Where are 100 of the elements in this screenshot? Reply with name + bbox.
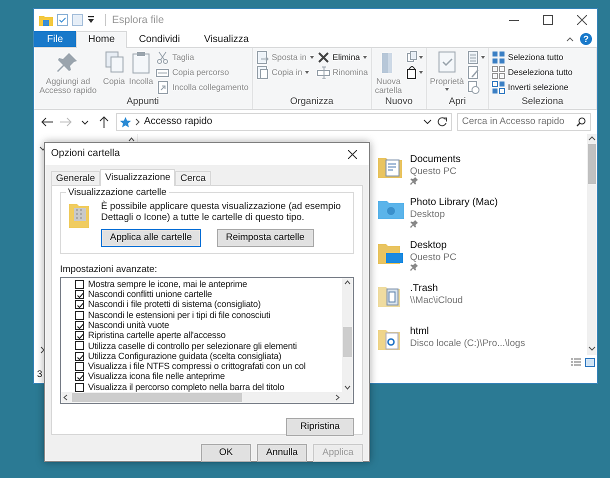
new-item-icon (404, 50, 418, 64)
ribbon-command[interactable]: Elimina (316, 50, 369, 64)
dialog-button[interactable]: Reimposta cartelle (216, 229, 314, 247)
ribbon-command[interactable]: Deseleziona tutto (490, 65, 574, 79)
edit-icon (466, 66, 480, 78)
ribbon-tab[interactable]: Home (76, 31, 127, 48)
group-label: Organizza (289, 96, 334, 109)
setting-label[interactable]: Nascondi i file protetti di sistema (consigliato) (88, 299, 261, 310)
back-arrow-icon (41, 116, 53, 128)
scrollbar-thumb[interactable] (588, 144, 596, 184)
setting-label[interactable]: Visualizza il percorso completo nella barra del titolo (88, 382, 284, 392)
scroll-down-icon[interactable] (587, 344, 597, 353)
restore-button[interactable]: Ripristina (286, 418, 354, 436)
ribbon-tab[interactable]: Condividi (126, 31, 192, 47)
properties-icon[interactable] (57, 14, 68, 26)
chevron-right-icon[interactable] (40, 346, 46, 354)
setting-label[interactable]: Visualizza icona file nelle anteprime (88, 371, 225, 382)
checkbox[interactable] (75, 331, 84, 340)
window-title: Esplora file (105, 14, 164, 26)
select-none-icon (492, 66, 505, 78)
item-name: Documents (410, 154, 461, 166)
refresh-icon[interactable] (436, 116, 448, 128)
scrollbar-thumb[interactable] (343, 327, 352, 358)
ribbon-command[interactable]: Seleziona tutto (490, 50, 574, 64)
scroll-up-icon[interactable] (128, 137, 135, 142)
setting-label[interactable]: Utilizza caselle di controllo per selezionare gli elementi (88, 340, 297, 352)
delete-icon (316, 50, 330, 64)
open-icon (466, 50, 480, 64)
help-button[interactable]: ? (580, 33, 592, 45)
up-arrow-icon (98, 116, 110, 128)
setting-label[interactable]: Ripristina cartelle aperte all'accesso (88, 330, 226, 342)
check-icon (76, 352, 85, 362)
item-location: Questo PC (410, 252, 456, 264)
checkbox[interactable] (75, 341, 84, 350)
setting-label[interactable]: Nascondi unità vuote (88, 320, 170, 331)
checkbox[interactable] (75, 300, 84, 310)
dialog-button[interactable]: OK (201, 444, 251, 462)
chevron-down-icon[interactable] (423, 119, 432, 125)
shortcut-icon (156, 80, 170, 94)
item-name: html (410, 326, 430, 338)
pin-icon (56, 50, 80, 74)
checkbox[interactable] (75, 382, 84, 392)
large-icons-view-icon[interactable] (585, 358, 595, 367)
search-field[interactable]: Cerca in Accesso rapido (457, 113, 591, 131)
folder-view-icon (69, 202, 91, 228)
star-icon (120, 116, 131, 128)
invert-selection-icon (492, 80, 505, 94)
scroll-down-icon[interactable] (343, 383, 352, 392)
checkbox[interactable] (75, 320, 84, 330)
checkbox[interactable] (75, 310, 84, 320)
setting-label[interactable]: Nascondi le estensioni per i tipi di file conosciuti (88, 310, 270, 320)
address-field[interactable]: Accesso rapido (116, 113, 452, 131)
dialog-tab[interactable]: Cerca (175, 171, 211, 186)
setting-label[interactable]: Mostra sempre le icone, mai le anteprime (88, 278, 248, 290)
maximize-icon (543, 15, 553, 25)
scroll-up-icon[interactable] (587, 134, 597, 143)
scroll-left-icon[interactable] (61, 393, 70, 402)
dialog-title: Opzioni cartella (51, 148, 120, 160)
checkbox[interactable] (75, 372, 84, 382)
dialog-button[interactable]: Annulla (257, 444, 307, 462)
checkbox[interactable] (75, 362, 84, 372)
dialog-tab[interactable]: Visualizzazione (100, 169, 176, 186)
setting-label[interactable]: Visualizza i file NTFS compressi o crittografati con un col (88, 361, 306, 372)
forward-arrow-icon (60, 116, 72, 128)
section-label: Impostazioni avanzate: (60, 264, 158, 276)
move-icon (256, 50, 269, 64)
checkbox[interactable] (75, 352, 84, 361)
scrollbar-thumb[interactable] (72, 393, 242, 402)
setting-label[interactable]: Nascondi conflitti unione cartelle (88, 289, 212, 300)
checkbox[interactable] (75, 280, 84, 289)
dialog-tab[interactable]: Generale (51, 171, 100, 186)
copy-to-icon (256, 66, 269, 78)
chevron-right-icon (135, 118, 140, 126)
customize-toolbar-icon[interactable] (87, 16, 95, 24)
checkbox[interactable] (75, 290, 84, 299)
status-text: 3 (37, 369, 42, 381)
group-label: Seleziona (520, 96, 564, 109)
ribbon-command[interactable]: Inverti selezione (490, 80, 574, 94)
close-icon (577, 15, 587, 25)
history-icon (466, 80, 480, 94)
item-name: .Trash (410, 283, 439, 295)
collapse-ribbon-icon[interactable] (566, 36, 574, 42)
scroll-right-icon[interactable] (333, 393, 342, 402)
setting-label[interactable]: Utilizza Configurazione guidata (scelta consigliata) (88, 350, 282, 362)
file-menu-button[interactable]: File (34, 31, 76, 47)
item-location: Questo PC (410, 166, 458, 178)
search-icon (576, 117, 586, 127)
item-location: Desktop (410, 209, 446, 220)
ribbon-tab[interactable]: Visualizza (192, 31, 261, 47)
close-icon (348, 150, 356, 158)
check-icon (76, 373, 85, 382)
item-location: Disco locale (C:)\Pro...\logs (410, 338, 526, 350)
group-label: Apri (448, 96, 467, 109)
item-name: Photo Library (Mac) (410, 197, 498, 209)
group-label: Nuovo (384, 96, 414, 109)
group-label: Appunti (126, 96, 160, 109)
details-view-icon[interactable] (571, 358, 581, 367)
dialog-button[interactable]: Applica alle cartelle (101, 229, 201, 247)
rename-icon (316, 66, 330, 78)
description-text: È possibile applicare questa visualizzazione (ad esempio Dettagli o Icone) a tutte le cartelle di questo tipo. (101, 202, 342, 224)
